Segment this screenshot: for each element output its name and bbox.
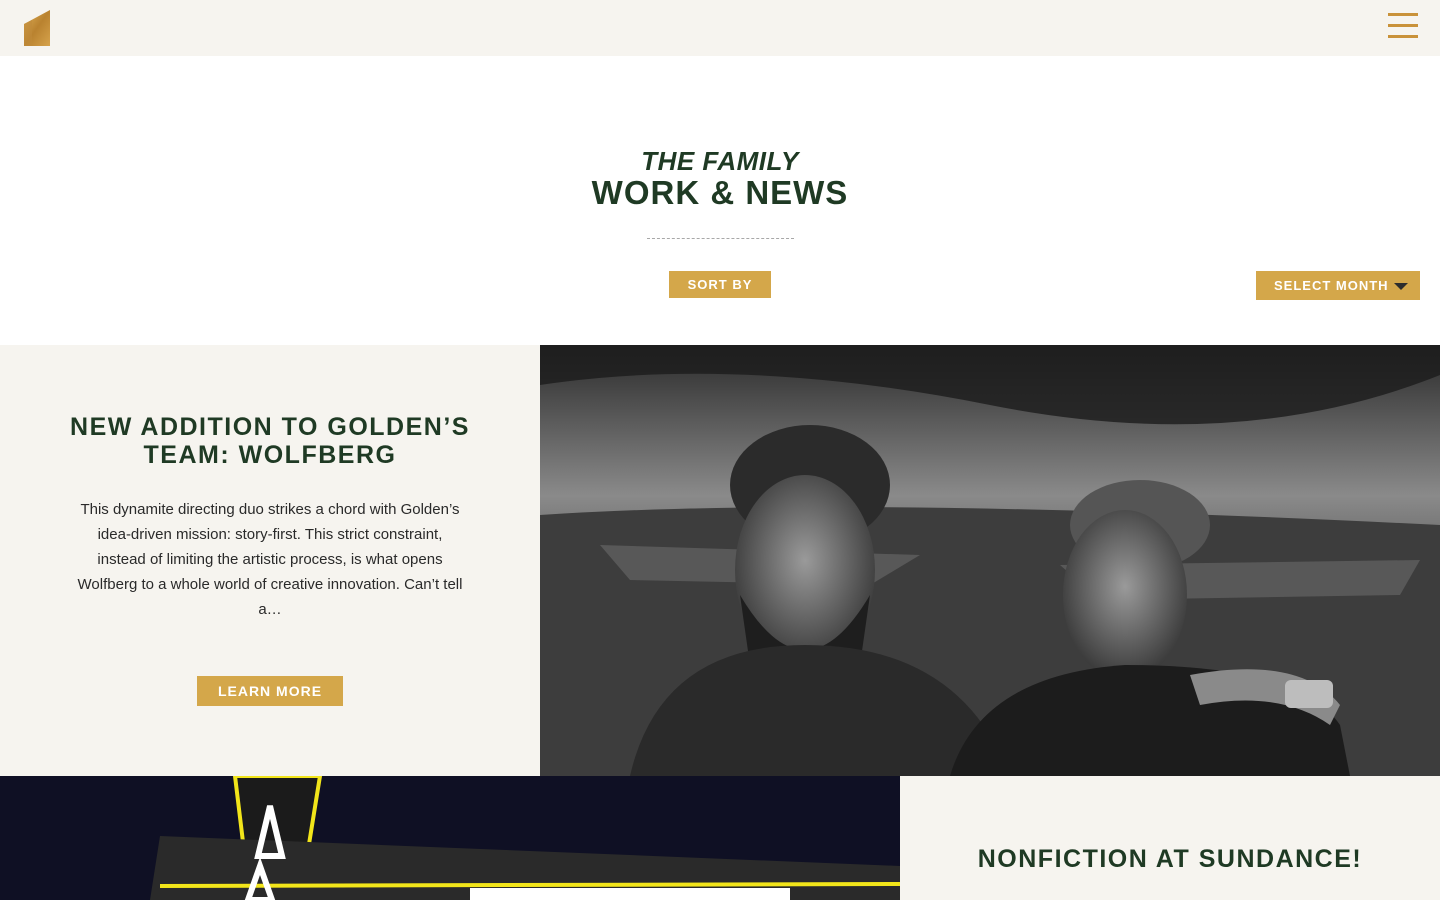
learn-more-button[interactable]: LEARN MORE: [197, 676, 343, 706]
select-month-dropdown[interactable]: SELECT MONTH: [1256, 271, 1420, 300]
post-image[interactable]: [540, 345, 1440, 776]
post-card-text: [900, 776, 1440, 900]
theater-marquee-photo: [0, 776, 900, 900]
post-title-line: TEAM: WOLFBERG: [143, 441, 397, 469]
sort-by-button[interactable]: SORT BY: [669, 271, 771, 298]
post-title-line: NEW ADDITION TO GOLDEN’S: [70, 413, 470, 441]
portrait-photo: [540, 345, 1440, 776]
caret-down-icon: [1394, 283, 1408, 290]
page-eyebrow: THE FAMILY: [641, 146, 799, 176]
golden-building-logo-icon[interactable]: [22, 10, 52, 46]
select-month-label: SELECT MONTH: [1274, 278, 1389, 293]
post-title[interactable]: NONFICTION AT SUNDANCE!: [900, 845, 1440, 873]
post-title[interactable]: NEW ADDITION TO GOLDEN’S TEAM: WOLFBERG: [0, 413, 540, 469]
top-bar: [0, 0, 1440, 56]
page-title: WORK & NEWS: [591, 174, 849, 211]
post-image[interactable]: [0, 776, 900, 900]
post-excerpt: This dynamite directing duo strikes a ch…: [77, 501, 463, 618]
title-divider: [647, 238, 794, 239]
hamburger-menu-icon[interactable]: [1386, 13, 1420, 41]
